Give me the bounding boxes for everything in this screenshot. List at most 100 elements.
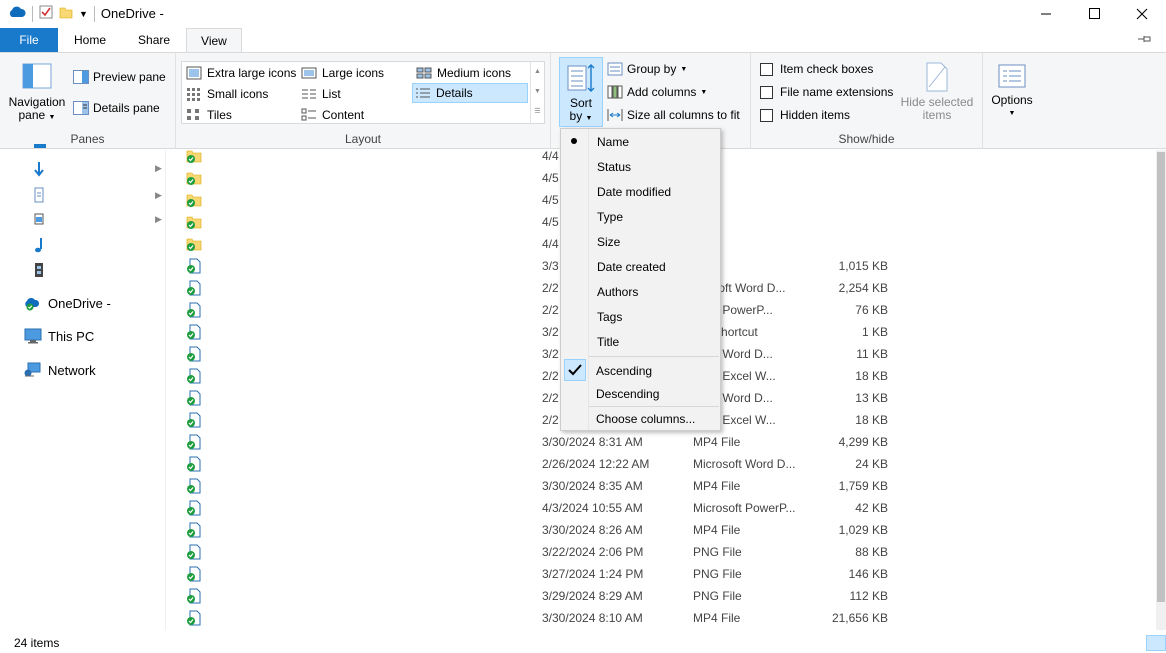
file-type: PNG File (693, 567, 742, 581)
properties-check-icon[interactable] (39, 5, 53, 22)
file-date: 4/5 (542, 171, 559, 185)
new-folder-icon[interactable] (59, 5, 73, 22)
gallery-up-icon[interactable]: ▲ (531, 62, 544, 82)
table-row[interactable]: 3/29/2024 8:29 AM PNG File 112 KB (166, 585, 1156, 607)
item-check-boxes-checkbox[interactable] (760, 62, 773, 76)
details-label: Details (436, 86, 473, 100)
table-row[interactable]: 3/30/2024 8:26 AM MP4 File 1,029 KB (166, 519, 1156, 541)
checkmark-icon (564, 359, 586, 381)
sort-field-label: Name (597, 134, 630, 149)
nav-network-label: Network (48, 362, 96, 378)
item-check-boxes-toggle[interactable]: Item check boxes (760, 62, 873, 76)
preview-pane-button[interactable]: Preview pane (73, 70, 166, 84)
hidden-items-checkbox[interactable] (760, 108, 773, 122)
sort-menu-item-choose-columns[interactable]: Choose columns... (561, 406, 720, 431)
file-name-extensions-checkbox[interactable] (760, 85, 773, 99)
sort-field-label: Tags (597, 309, 623, 324)
hide-selected-icon (926, 62, 948, 92)
layout-medium-icons[interactable]: Medium icons (414, 63, 511, 83)
sort-menu-item-type[interactable]: Type (561, 204, 720, 229)
sort-menu-item-status[interactable]: Status (561, 154, 720, 179)
nav-item-documents[interactable] (34, 187, 44, 203)
table-row[interactable]: 2/26/2024 12:22 AM Microsoft Word D... 24 … (166, 453, 1156, 475)
add-columns-label: Add columns (627, 85, 697, 99)
synced-folder-icon (186, 170, 202, 186)
tab-view[interactable]: View (186, 28, 242, 52)
layout-content[interactable]: Content (299, 105, 364, 125)
file-type: MP4 File (693, 479, 741, 493)
file-size: 76 KB (855, 303, 888, 317)
scrollbar-thumb[interactable] (1157, 152, 1165, 602)
hidden-items-toggle[interactable]: Hidden items (760, 108, 850, 122)
table-row[interactable]: 3/30/2024 8:10 AM MP4 File 21,656 KB (166, 607, 1156, 629)
close-button[interactable] (1118, 0, 1166, 27)
hide-selected-items-button[interactable]: Hide selected items (898, 61, 976, 122)
sort-menu-item-name[interactable]: Name (561, 129, 720, 154)
gallery-down-icon[interactable]: ▼ (531, 82, 544, 102)
layout-small-icons[interactable]: Small icons (184, 84, 268, 104)
expand-chevron-icon[interactable]: ▶ (155, 190, 162, 201)
sort-menu-item-date-created[interactable]: Date created (561, 254, 720, 279)
table-row[interactable]: 3/30/2024 8:35 AM MP4 File 1,759 KB (166, 475, 1156, 497)
table-row[interactable]: 3/22/2024 2:06 PM PNG File 88 KB (166, 541, 1156, 563)
sort-by-button[interactable]: Sort by ▼ (559, 57, 603, 127)
sort-menu-item-size[interactable]: Size (561, 229, 720, 254)
size-all-columns-button[interactable]: Size all columns to fit (607, 107, 740, 123)
file-size: 112 KB (849, 589, 888, 603)
customize-toolbar-chevron-icon[interactable]: ▼ (79, 9, 88, 19)
add-columns-button[interactable]: Add columns ▼ (607, 84, 707, 100)
gallery-more-icon[interactable]: ☰ (531, 102, 544, 122)
layout-list[interactable]: List (299, 84, 341, 104)
show-hide-group-label: Show/hide (838, 132, 895, 146)
details-pane-button[interactable]: Details pane (73, 101, 160, 115)
nav-item-onedrive[interactable]: OneDrive - (24, 295, 111, 311)
choose-columns-label: Choose columns... (596, 411, 696, 426)
expand-chevron-icon[interactable]: ▶ (155, 163, 162, 174)
navigation-pane-button[interactable]: Navigation pane ▼ (6, 63, 68, 124)
file-date: 2/2 (542, 281, 559, 295)
details-view-toggle-icon[interactable] (1146, 635, 1166, 651)
tab-share[interactable]: Share (122, 28, 186, 52)
layout-large-icons[interactable]: Large icons (299, 63, 384, 83)
expand-chevron-icon[interactable]: ▶ (155, 214, 162, 225)
sort-menu-item-ascending[interactable]: Ascending (561, 358, 720, 383)
tab-file[interactable]: File (0, 28, 58, 52)
pin-ribbon-icon[interactable] (1138, 33, 1152, 48)
group-by-button[interactable]: Group by ▼ (607, 61, 687, 77)
file-name-extensions-toggle[interactable]: File name extensions (760, 85, 893, 99)
nav-item-this-pc[interactable]: This PC (24, 328, 94, 344)
vertical-scrollbar[interactable] (1156, 150, 1166, 630)
minimize-button[interactable] (1022, 0, 1070, 27)
nav-item-pictures[interactable] (34, 212, 44, 226)
preview-pane-label: Preview pane (93, 70, 166, 84)
sort-by-menu: Name Status Date modified Type Size Date… (560, 128, 721, 431)
options-icon (998, 64, 1026, 88)
table-row[interactable]: 3/30/2024 8:31 AM MP4 File 4,299 KB (166, 431, 1156, 453)
downloads-arrow-icon (34, 162, 44, 177)
medium-icons-icon (416, 67, 432, 79)
layout-tiles[interactable]: Tiles (184, 105, 232, 125)
layout-gallery-scroll[interactable]: ▲ ▼ ☰ (530, 62, 544, 123)
layout-details[interactable]: Details (412, 83, 528, 103)
table-row[interactable]: 3/27/2024 1:24 PM PNG File 146 KB (166, 563, 1156, 585)
sort-menu-item-title[interactable]: Title (561, 329, 720, 354)
layout-extra-large-icons[interactable]: Extra large icons (184, 63, 296, 83)
nav-item-music[interactable] (34, 237, 44, 253)
sort-menu-item-date-modified[interactable]: Date modified (561, 179, 720, 204)
file-size: 13 KB (855, 391, 888, 405)
sort-menu-item-authors[interactable]: Authors (561, 279, 720, 304)
tab-home[interactable]: Home (58, 28, 122, 52)
nav-item-quick-1[interactable] (34, 144, 46, 148)
nav-item-network[interactable]: Network (24, 362, 96, 378)
nav-item-videos[interactable] (34, 262, 44, 278)
sort-menu-item-descending[interactable]: Descending (561, 381, 720, 406)
table-row[interactable]: 4/3/2024 10:55 AM Microsoft PowerP... 42 K… (166, 497, 1156, 519)
nav-item-downloads[interactable] (34, 162, 44, 178)
options-label: Options (991, 93, 1033, 107)
maximize-button[interactable] (1070, 0, 1118, 27)
item-check-boxes-label: Item check boxes (780, 62, 874, 76)
item-count: 24 items (14, 636, 60, 650)
sort-menu-item-tags[interactable]: Tags (561, 304, 720, 329)
sort-field-label: Status (597, 159, 632, 174)
options-button[interactable]: Options ▼ (988, 61, 1036, 120)
